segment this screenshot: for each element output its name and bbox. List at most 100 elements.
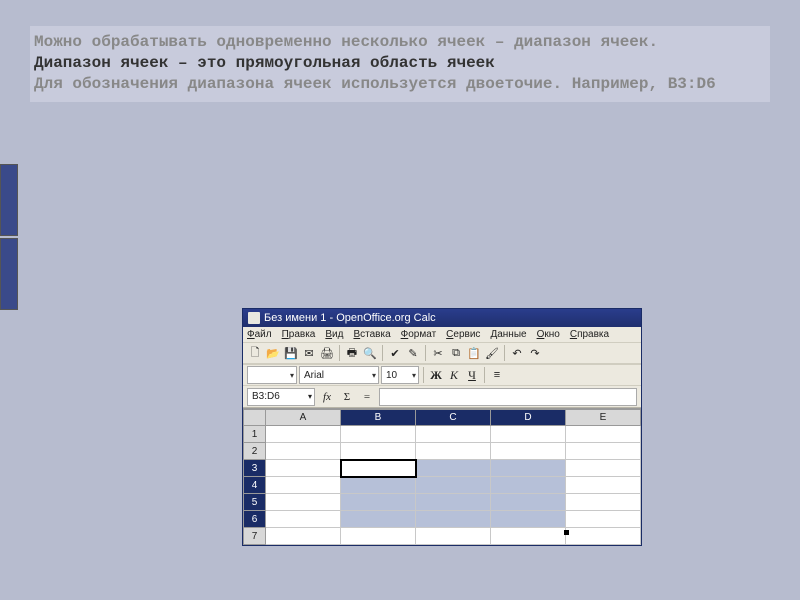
- row-header-6[interactable]: 6: [244, 511, 266, 528]
- col-header-A[interactable]: A: [266, 410, 341, 426]
- separator: [484, 367, 485, 383]
- align-left-icon[interactable]: ≡: [489, 367, 505, 383]
- cell[interactable]: [416, 477, 491, 494]
- save-icon[interactable]: 💾: [283, 345, 299, 361]
- fill-handle[interactable]: [564, 530, 569, 535]
- spellcheck-icon[interactable]: ✔: [387, 345, 403, 361]
- separator: [382, 345, 383, 361]
- cell[interactable]: [491, 460, 566, 477]
- cell[interactable]: [491, 511, 566, 528]
- equals-icon[interactable]: =: [359, 389, 375, 405]
- cell[interactable]: [416, 528, 491, 545]
- row-header-4[interactable]: 4: [244, 477, 266, 494]
- row-header-2[interactable]: 2: [244, 443, 266, 460]
- menu-file[interactable]: Файл: [247, 329, 272, 340]
- open-icon[interactable]: 📂: [265, 345, 281, 361]
- titlebar: Без имени 1 - OpenOffice.org Calc: [243, 309, 641, 327]
- cell[interactable]: [341, 443, 416, 460]
- spreadsheet-grid[interactable]: A B C D E 1 2 3 4 5 6 7: [243, 408, 641, 545]
- menu-edit[interactable]: Правка: [282, 329, 316, 340]
- row-header-1[interactable]: 1: [244, 426, 266, 443]
- row-header-5[interactable]: 5: [244, 494, 266, 511]
- cell[interactable]: [266, 460, 341, 477]
- cell[interactable]: [266, 511, 341, 528]
- menu-format[interactable]: Формат: [401, 329, 437, 340]
- formula-bar: B3:D6 fx Σ =: [243, 386, 641, 408]
- italic-button[interactable]: К: [446, 367, 462, 383]
- cell[interactable]: [266, 494, 341, 511]
- cell[interactable]: [491, 528, 566, 545]
- bold-button[interactable]: Ж: [428, 367, 444, 383]
- underline-button[interactable]: Ч: [464, 367, 480, 383]
- name-box[interactable]: B3:D6: [247, 388, 315, 406]
- cell[interactable]: [341, 528, 416, 545]
- cell[interactable]: [491, 426, 566, 443]
- separator: [339, 345, 340, 361]
- cell[interactable]: [341, 477, 416, 494]
- style-combo[interactable]: [247, 366, 297, 384]
- explain-line-1: Можно обрабатывать одновременно нескольк…: [34, 32, 766, 53]
- cell[interactable]: [566, 494, 641, 511]
- cell[interactable]: [566, 511, 641, 528]
- undo-icon[interactable]: ↶: [509, 345, 525, 361]
- sum-icon[interactable]: Σ: [339, 389, 355, 405]
- explanation-block: Можно обрабатывать одновременно нескольк…: [30, 26, 770, 102]
- col-header-B[interactable]: B: [341, 410, 416, 426]
- cell[interactable]: [566, 426, 641, 443]
- col-header-E[interactable]: E: [566, 410, 641, 426]
- menubar: Файл Правка Вид Вставка Формат Сервис Да…: [243, 327, 641, 342]
- preview-icon[interactable]: 🔍: [362, 345, 378, 361]
- side-tab-1: [0, 164, 18, 236]
- menu-data[interactable]: Данные: [490, 329, 526, 340]
- side-tab-2: [0, 238, 18, 310]
- row-header-7[interactable]: 7: [244, 528, 266, 545]
- export-pdf-icon[interactable]: 🖨: [319, 345, 335, 361]
- cut-icon[interactable]: ✂: [430, 345, 446, 361]
- cell[interactable]: [266, 443, 341, 460]
- select-all-corner[interactable]: [244, 410, 266, 426]
- cell[interactable]: [566, 460, 641, 477]
- cell[interactable]: [341, 494, 416, 511]
- font-combo[interactable]: Arial: [299, 366, 379, 384]
- cell[interactable]: [566, 443, 641, 460]
- explain-line-2: Диапазон ячеек – это прямоугольная облас…: [34, 53, 766, 74]
- row-header-3[interactable]: 3: [244, 460, 266, 477]
- cell[interactable]: [416, 494, 491, 511]
- new-doc-icon[interactable]: 🗋: [247, 345, 263, 361]
- cell[interactable]: [416, 443, 491, 460]
- cell[interactable]: [491, 443, 566, 460]
- menu-window[interactable]: Окно: [537, 329, 560, 340]
- formula-input[interactable]: [379, 388, 637, 406]
- cell[interactable]: [266, 426, 341, 443]
- print-icon[interactable]: 🖶: [344, 345, 360, 361]
- cell[interactable]: [491, 494, 566, 511]
- cell[interactable]: [416, 511, 491, 528]
- format-paint-icon[interactable]: 🖌: [484, 345, 500, 361]
- cell[interactable]: [266, 477, 341, 494]
- mail-icon[interactable]: ✉: [301, 345, 317, 361]
- separator: [423, 367, 424, 383]
- paste-icon[interactable]: 📋: [466, 345, 482, 361]
- cell[interactable]: [341, 426, 416, 443]
- cell[interactable]: [416, 460, 491, 477]
- redo-icon[interactable]: ↷: [527, 345, 543, 361]
- cell[interactable]: [341, 511, 416, 528]
- fontsize-combo[interactable]: 10: [381, 366, 419, 384]
- menu-insert[interactable]: Вставка: [353, 329, 390, 340]
- cell[interactable]: [491, 477, 566, 494]
- cell-B3[interactable]: [341, 460, 416, 477]
- cell[interactable]: [566, 477, 641, 494]
- copy-icon[interactable]: ⧉: [448, 345, 464, 361]
- separator: [504, 345, 505, 361]
- menu-view[interactable]: Вид: [325, 329, 343, 340]
- col-header-D[interactable]: D: [491, 410, 566, 426]
- cell[interactable]: [416, 426, 491, 443]
- menu-help[interactable]: Справка: [570, 329, 609, 340]
- cell[interactable]: [566, 528, 641, 545]
- cell[interactable]: [266, 528, 341, 545]
- menu-tools[interactable]: Сервис: [446, 329, 480, 340]
- separator: [425, 345, 426, 361]
- col-header-C[interactable]: C: [416, 410, 491, 426]
- autocheck-icon[interactable]: ✎: [405, 345, 421, 361]
- function-wizard-icon[interactable]: fx: [319, 389, 335, 405]
